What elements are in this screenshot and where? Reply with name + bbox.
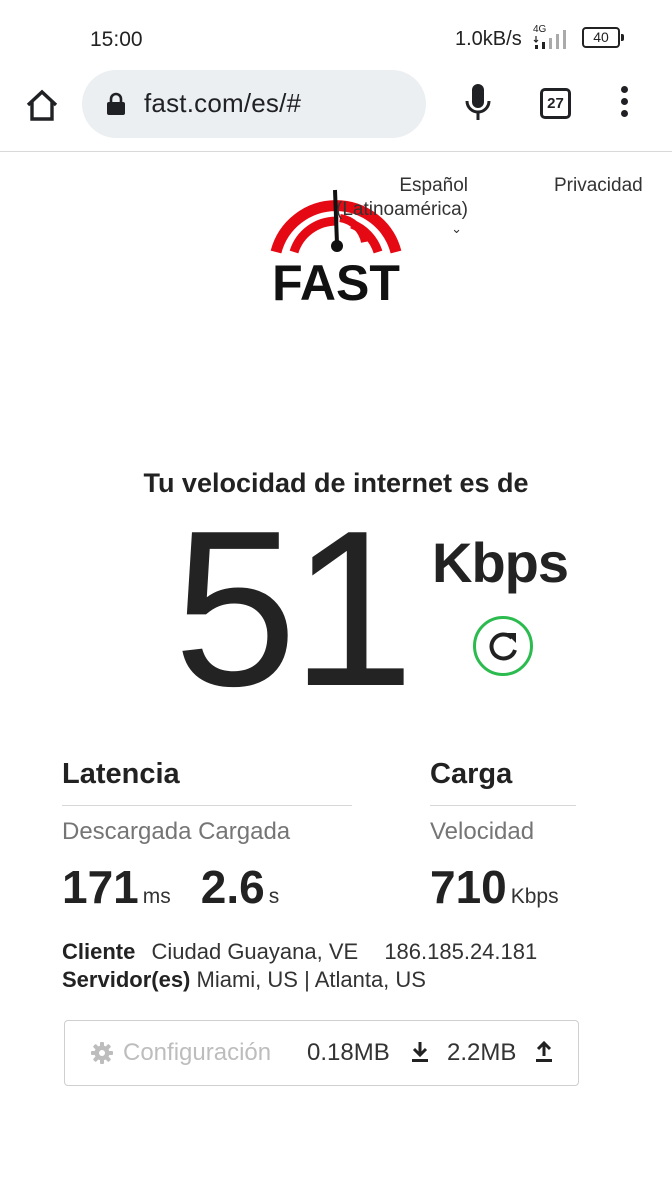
- privacy-link[interactable]: Privacidad: [554, 174, 643, 198]
- latency-loaded-value: 2.6: [200, 861, 265, 913]
- latency-loaded-unit: s: [268, 885, 280, 908]
- client-ip: 186.185.24.181: [384, 939, 538, 964]
- home-icon[interactable]: [22, 86, 62, 126]
- speed-value: 51: [173, 485, 415, 733]
- server-label: Servidor(es): [62, 967, 191, 992]
- status-bar: 15:00 1.0kB/s 4G 40: [0, 0, 672, 76]
- upload-subtitle: Velocidad: [430, 818, 535, 845]
- speed-unit: Kbps: [432, 531, 569, 594]
- upload-title: Carga: [430, 758, 576, 806]
- upload-unit: Kbps: [510, 885, 559, 908]
- language-select[interactable]: Español (Latinoamérica) ⌄: [316, 174, 468, 236]
- gear-icon: [91, 1042, 113, 1064]
- latency-subtitle: Descargada Cargada: [62, 818, 291, 845]
- config-label: Configuración: [123, 1039, 272, 1066]
- latency-title: Latencia: [62, 758, 352, 806]
- tab-switcher-icon[interactable]: 27: [540, 88, 571, 119]
- language-label: Español (Latinoamérica): [336, 175, 468, 220]
- signal-icon: 4G: [533, 24, 575, 50]
- status-time: 15:00: [90, 28, 143, 51]
- server-list: Miami, US | Atlanta, US: [196, 967, 426, 992]
- latency-unloaded-value: 171: [62, 861, 139, 913]
- status-net-speed: 1.0kB/s: [455, 28, 522, 50]
- browser-toolbar: fast.com/es/# 27: [0, 68, 672, 152]
- downloaded-amount: 0.18MB: [307, 1039, 390, 1066]
- address-bar[interactable]: fast.com/es/#: [82, 70, 426, 138]
- download-icon: [411, 1041, 429, 1063]
- connection-info: Cliente Ciudad Guayana, VE 186.185.24.18…: [62, 938, 537, 994]
- server-row: Servidor(es) Miami, US | Atlanta, US: [62, 966, 537, 994]
- config-bar[interactable]: Configuración 0.18MB 2.2MB: [64, 1020, 579, 1086]
- more-vert-icon[interactable]: [613, 86, 635, 122]
- logo-text: FAST: [272, 255, 400, 306]
- upload-value: 710: [430, 861, 507, 913]
- latency-section: Latencia Descargada Cargada 171 ms 2.6 s: [62, 758, 352, 914]
- upload-section: Carga Velocidad 710 Kbps: [430, 758, 576, 914]
- latency-unloaded-unit: ms: [142, 885, 171, 908]
- upload-icon: [535, 1040, 553, 1063]
- tab-count: 27: [547, 95, 564, 112]
- url-text[interactable]: fast.com/es/#: [144, 88, 301, 119]
- battery-level: 40: [593, 29, 609, 45]
- client-location: Ciudad Guayana, VE: [151, 939, 359, 964]
- network-type: 4G: [533, 24, 547, 35]
- client-row: Cliente Ciudad Guayana, VE 186.185.24.18…: [62, 938, 537, 966]
- chevron-down-icon: ⌄: [451, 221, 462, 236]
- client-label: Cliente: [62, 939, 136, 964]
- battery-icon: 40: [582, 27, 624, 48]
- mic-icon[interactable]: [462, 82, 494, 124]
- lock-icon: [106, 92, 126, 116]
- refresh-icon[interactable]: [473, 616, 533, 676]
- uploaded-amount: 2.2MB: [447, 1039, 517, 1066]
